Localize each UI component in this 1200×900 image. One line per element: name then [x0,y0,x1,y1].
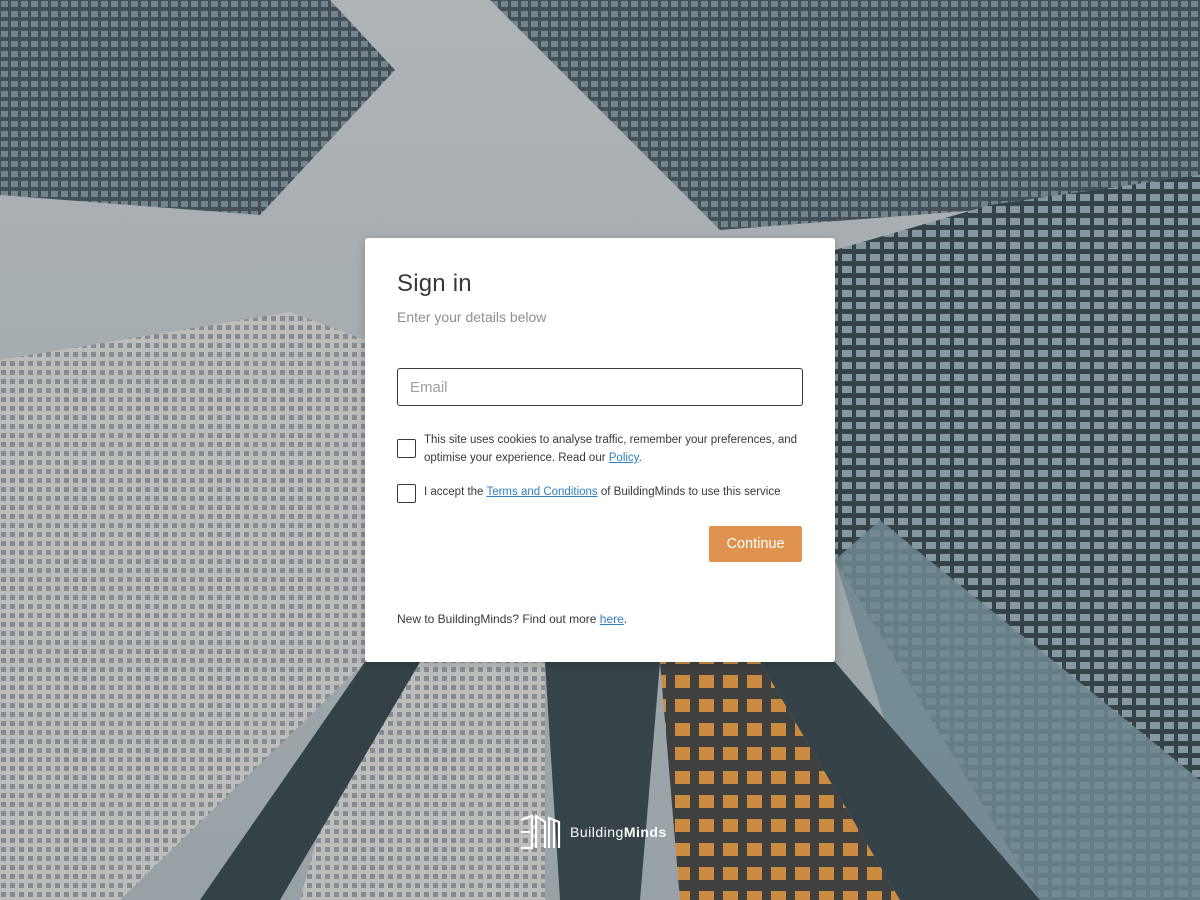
cookies-consent-row: This site uses cookies to analyse traffi… [397,431,802,467]
continue-button[interactable]: Continue [709,526,802,562]
terms-checkbox[interactable] [397,484,416,503]
find-out-more-link[interactable]: here [600,612,624,626]
buildingminds-logo-icon [520,813,561,850]
signin-card: Sign in Enter your details below This si… [365,238,835,662]
brand-name-part1: Building [570,824,624,840]
brand-logo: BuildingMinds [518,812,667,852]
signup-prompt: New to BuildingMinds? Find out more here… [397,612,627,626]
brand-name: BuildingMinds [570,824,667,840]
page-subtitle: Enter your details below [397,309,547,325]
page-title: Sign in [397,270,472,297]
terms-text-end: of BuildingMinds to use this service [597,486,781,498]
email-field[interactable] [397,368,803,406]
cookies-text-end: . [638,452,642,464]
cookies-text: This site uses cookies to analyse traffi… [424,431,802,467]
terms-text: I accept the Terms and Conditions of Bui… [424,483,802,501]
terms-consent-row: I accept the Terms and Conditions of Bui… [397,483,802,503]
terms-text-start: I accept the [424,486,487,498]
brand-name-part2: Minds [623,824,667,840]
cookies-checkbox[interactable] [397,439,416,458]
signup-prompt-end: . [623,612,628,626]
signup-prompt-text: New to BuildingMinds? Find out more [397,612,600,626]
terms-link[interactable]: Terms and Conditions [486,486,597,498]
policy-link[interactable]: Policy [609,452,639,464]
